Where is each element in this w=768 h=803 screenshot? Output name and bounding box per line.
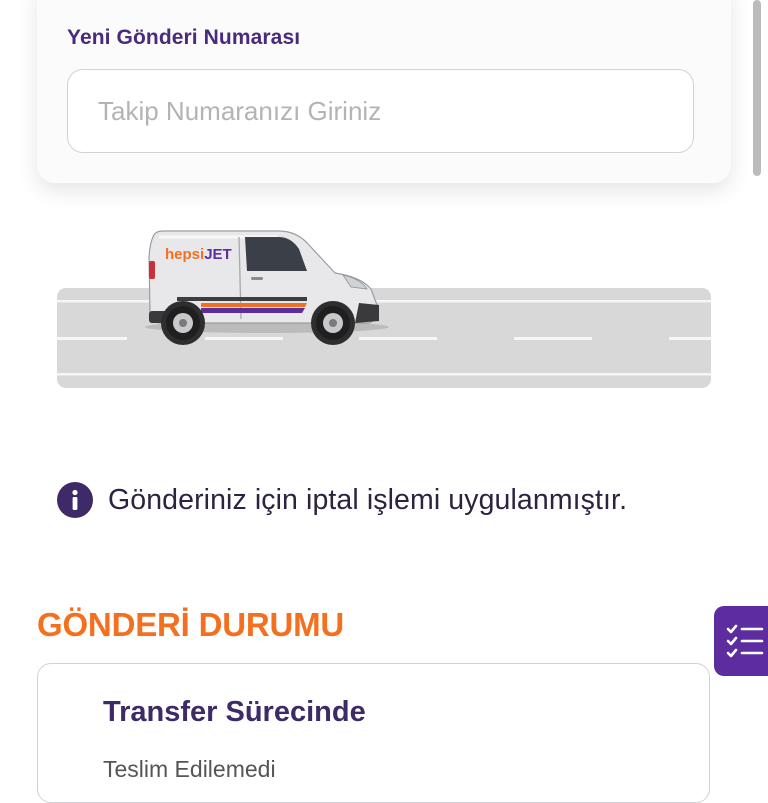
cancellation-notice: Gönderiniz için iptal işlemi uygulanmışt…: [57, 480, 627, 520]
checklist-icon: [726, 624, 764, 658]
scrollbar-thumb[interactable]: [753, 0, 761, 176]
status-subtitle: Teslim Edilemedi: [103, 756, 276, 782]
tracking-card-title: Yeni Gönderi Numarası: [67, 26, 301, 49]
van-logo: hepsiJET: [165, 246, 232, 263]
checklist-floating-button[interactable]: [714, 606, 768, 676]
info-icon: [57, 482, 93, 518]
shipment-status-heading: GÖNDERİ DURUMU: [37, 606, 345, 643]
van: hepsiJET: [145, 230, 389, 345]
status-title: Transfer Sürecinde: [103, 696, 366, 728]
shipment-status-card: Transfer Sürecinde Teslim Edilemedi: [37, 663, 710, 803]
tracking-number-input[interactable]: [67, 69, 694, 153]
delivery-van-illustration: hepsiJET: [57, 230, 711, 388]
cancellation-notice-text: Gönderiniz için iptal işlemi uygulanmışt…: [108, 483, 628, 516]
